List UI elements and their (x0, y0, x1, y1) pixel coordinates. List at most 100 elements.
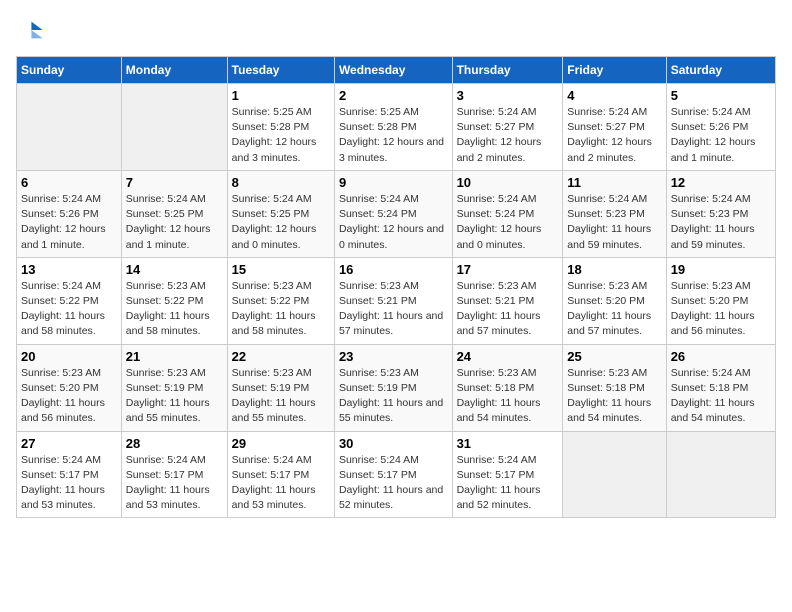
day-info: Sunrise: 5:23 AMSunset: 5:18 PMDaylight:… (567, 366, 661, 427)
header-thursday: Thursday (452, 57, 563, 84)
day-info: Sunrise: 5:23 AMSunset: 5:22 PMDaylight:… (232, 279, 330, 340)
day-number: 6 (21, 175, 117, 190)
calendar-cell: 7 Sunrise: 5:24 AMSunset: 5:25 PMDaylight… (121, 170, 227, 257)
header-friday: Friday (563, 57, 666, 84)
calendar-cell: 6 Sunrise: 5:24 AMSunset: 5:26 PMDaylight… (17, 170, 122, 257)
header-wednesday: Wednesday (334, 57, 452, 84)
calendar-cell: 14 Sunrise: 5:23 AMSunset: 5:22 PMDayligh… (121, 257, 227, 344)
calendar-cell: 22 Sunrise: 5:23 AMSunset: 5:19 PMDayligh… (227, 344, 334, 431)
calendar-cell: 17 Sunrise: 5:23 AMSunset: 5:21 PMDayligh… (452, 257, 563, 344)
day-number: 10 (457, 175, 559, 190)
calendar-cell: 3Sunrise: 5:24 AMSunset: 5:27 PMDaylight… (452, 84, 563, 171)
calendar-cell: 18 Sunrise: 5:23 AMSunset: 5:20 PMDayligh… (563, 257, 666, 344)
day-number: 24 (457, 349, 559, 364)
calendar-cell: 9 Sunrise: 5:24 AMSunset: 5:24 PMDaylight… (334, 170, 452, 257)
calendar-cell: 10 Sunrise: 5:24 AMSunset: 5:24 PMDayligh… (452, 170, 563, 257)
day-info: Sunrise: 5:24 AMSunset: 5:25 PMDaylight:… (232, 192, 330, 253)
calendar-cell: 28Sunrise: 5:24 AMSunset: 5:17 PMDayligh… (121, 431, 227, 518)
day-number: 28 (126, 436, 223, 451)
day-number: 29 (232, 436, 330, 451)
day-number: 5 (671, 88, 771, 103)
day-info: Sunrise: 5:24 AMSunset: 5:17 PMDaylight:… (232, 453, 330, 514)
calendar-cell: 25 Sunrise: 5:23 AMSunset: 5:18 PMDayligh… (563, 344, 666, 431)
day-info: Sunrise: 5:24 AMSunset: 5:17 PMDaylight:… (457, 453, 559, 514)
day-number: 18 (567, 262, 661, 277)
day-number: 26 (671, 349, 771, 364)
calendar-cell: 5 Sunrise: 5:24 AMSunset: 5:26 PMDaylight… (666, 84, 775, 171)
day-number: 25 (567, 349, 661, 364)
day-info: Sunrise: 5:24 AMSunset: 5:17 PMDaylight:… (339, 453, 448, 514)
day-number: 9 (339, 175, 448, 190)
day-number: 27 (21, 436, 117, 451)
day-info: Sunrise: 5:25 AMSunset: 5:28 PMDaylight:… (232, 105, 330, 166)
day-info: Sunrise: 5:23 AMSunset: 5:22 PMDaylight:… (126, 279, 223, 340)
calendar-cell: 27 Sunrise: 5:24 AMSunset: 5:17 PMDayligh… (17, 431, 122, 518)
logo-icon (16, 16, 44, 44)
day-info: Sunrise: 5:24 AMSunset: 5:24 PMDaylight:… (457, 192, 559, 253)
calendar-cell: 8Sunrise: 5:24 AMSunset: 5:25 PMDaylight… (227, 170, 334, 257)
calendar-cell: 11 Sunrise: 5:24 AMSunset: 5:23 PMDayligh… (563, 170, 666, 257)
day-number: 14 (126, 262, 223, 277)
calendar-cell: 29 Sunrise: 5:24 AMSunset: 5:17 PMDayligh… (227, 431, 334, 518)
day-number: 20 (21, 349, 117, 364)
day-info: Sunrise: 5:23 AMSunset: 5:20 PMDaylight:… (671, 279, 771, 340)
day-info: Sunrise: 5:23 AMSunset: 5:19 PMDaylight:… (126, 366, 223, 427)
day-info: Sunrise: 5:24 AMSunset: 5:22 PMDaylight:… (21, 279, 117, 340)
logo (16, 16, 48, 44)
week-row-5: 27 Sunrise: 5:24 AMSunset: 5:17 PMDayligh… (17, 431, 776, 518)
week-row-3: 13 Sunrise: 5:24 AMSunset: 5:22 PMDayligh… (17, 257, 776, 344)
week-row-2: 6 Sunrise: 5:24 AMSunset: 5:26 PMDaylight… (17, 170, 776, 257)
day-info: Sunrise: 5:23 AMSunset: 5:19 PMDaylight:… (232, 366, 330, 427)
day-number: 12 (671, 175, 771, 190)
week-row-1: 1 Sunrise: 5:25 AMSunset: 5:28 PMDaylight… (17, 84, 776, 171)
day-number: 2 (339, 88, 448, 103)
day-info: Sunrise: 5:24 AMSunset: 5:25 PMDaylight:… (126, 192, 223, 253)
calendar-cell (121, 84, 227, 171)
calendar-cell: 15 Sunrise: 5:23 AMSunset: 5:22 PMDayligh… (227, 257, 334, 344)
day-number: 15 (232, 262, 330, 277)
day-number: 17 (457, 262, 559, 277)
calendar-cell (666, 431, 775, 518)
day-info: Sunrise: 5:24 AMSunset: 5:17 PMDaylight:… (21, 453, 117, 514)
day-info: Sunrise: 5:23 AMSunset: 5:19 PMDaylight:… (339, 366, 448, 427)
calendar-cell: 16Sunrise: 5:23 AMSunset: 5:21 PMDayligh… (334, 257, 452, 344)
day-number: 23 (339, 349, 448, 364)
calendar-cell: 20Sunrise: 5:23 AMSunset: 5:20 PMDayligh… (17, 344, 122, 431)
day-info: Sunrise: 5:23 AMSunset: 5:20 PMDaylight:… (567, 279, 661, 340)
day-info: Sunrise: 5:24 AMSunset: 5:27 PMDaylight:… (457, 105, 559, 166)
page-header (16, 16, 776, 44)
calendar-cell: 13 Sunrise: 5:24 AMSunset: 5:22 PMDayligh… (17, 257, 122, 344)
calendar-cell (17, 84, 122, 171)
day-number: 31 (457, 436, 559, 451)
day-info: Sunrise: 5:23 AMSunset: 5:21 PMDaylight:… (339, 279, 448, 340)
day-number: 7 (126, 175, 223, 190)
day-number: 4 (567, 88, 661, 103)
day-info: Sunrise: 5:24 AMSunset: 5:26 PMDaylight:… (671, 105, 771, 166)
day-number: 13 (21, 262, 117, 277)
calendar-cell: 2 Sunrise: 5:25 AMSunset: 5:28 PMDaylight… (334, 84, 452, 171)
day-info: Sunrise: 5:24 AMSunset: 5:27 PMDaylight:… (567, 105, 661, 166)
day-info: Sunrise: 5:24 AMSunset: 5:26 PMDaylight:… (21, 192, 117, 253)
day-number: 30 (339, 436, 448, 451)
calendar-cell: 4 Sunrise: 5:24 AMSunset: 5:27 PMDaylight… (563, 84, 666, 171)
day-number: 22 (232, 349, 330, 364)
calendar-cell: 24Sunrise: 5:23 AMSunset: 5:18 PMDayligh… (452, 344, 563, 431)
day-number: 21 (126, 349, 223, 364)
day-info: Sunrise: 5:25 AMSunset: 5:28 PMDaylight:… (339, 105, 448, 166)
day-info: Sunrise: 5:24 AMSunset: 5:23 PMDaylight:… (567, 192, 661, 253)
day-number: 11 (567, 175, 661, 190)
day-number: 1 (232, 88, 330, 103)
calendar-cell (563, 431, 666, 518)
header-monday: Monday (121, 57, 227, 84)
calendar-cell: 12Sunrise: 5:24 AMSunset: 5:23 PMDayligh… (666, 170, 775, 257)
day-info: Sunrise: 5:23 AMSunset: 5:21 PMDaylight:… (457, 279, 559, 340)
calendar-cell: 26Sunrise: 5:24 AMSunset: 5:18 PMDayligh… (666, 344, 775, 431)
day-number: 19 (671, 262, 771, 277)
calendar-cell: 23 Sunrise: 5:23 AMSunset: 5:19 PMDayligh… (334, 344, 452, 431)
calendar-cell: 30 Sunrise: 5:24 AMSunset: 5:17 PMDayligh… (334, 431, 452, 518)
day-info: Sunrise: 5:24 AMSunset: 5:24 PMDaylight:… (339, 192, 448, 253)
header-saturday: Saturday (666, 57, 775, 84)
week-row-4: 20Sunrise: 5:23 AMSunset: 5:20 PMDayligh… (17, 344, 776, 431)
calendar-cell: 1 Sunrise: 5:25 AMSunset: 5:28 PMDaylight… (227, 84, 334, 171)
calendar-table: SundayMondayTuesdayWednesdayThursdayFrid… (16, 56, 776, 518)
